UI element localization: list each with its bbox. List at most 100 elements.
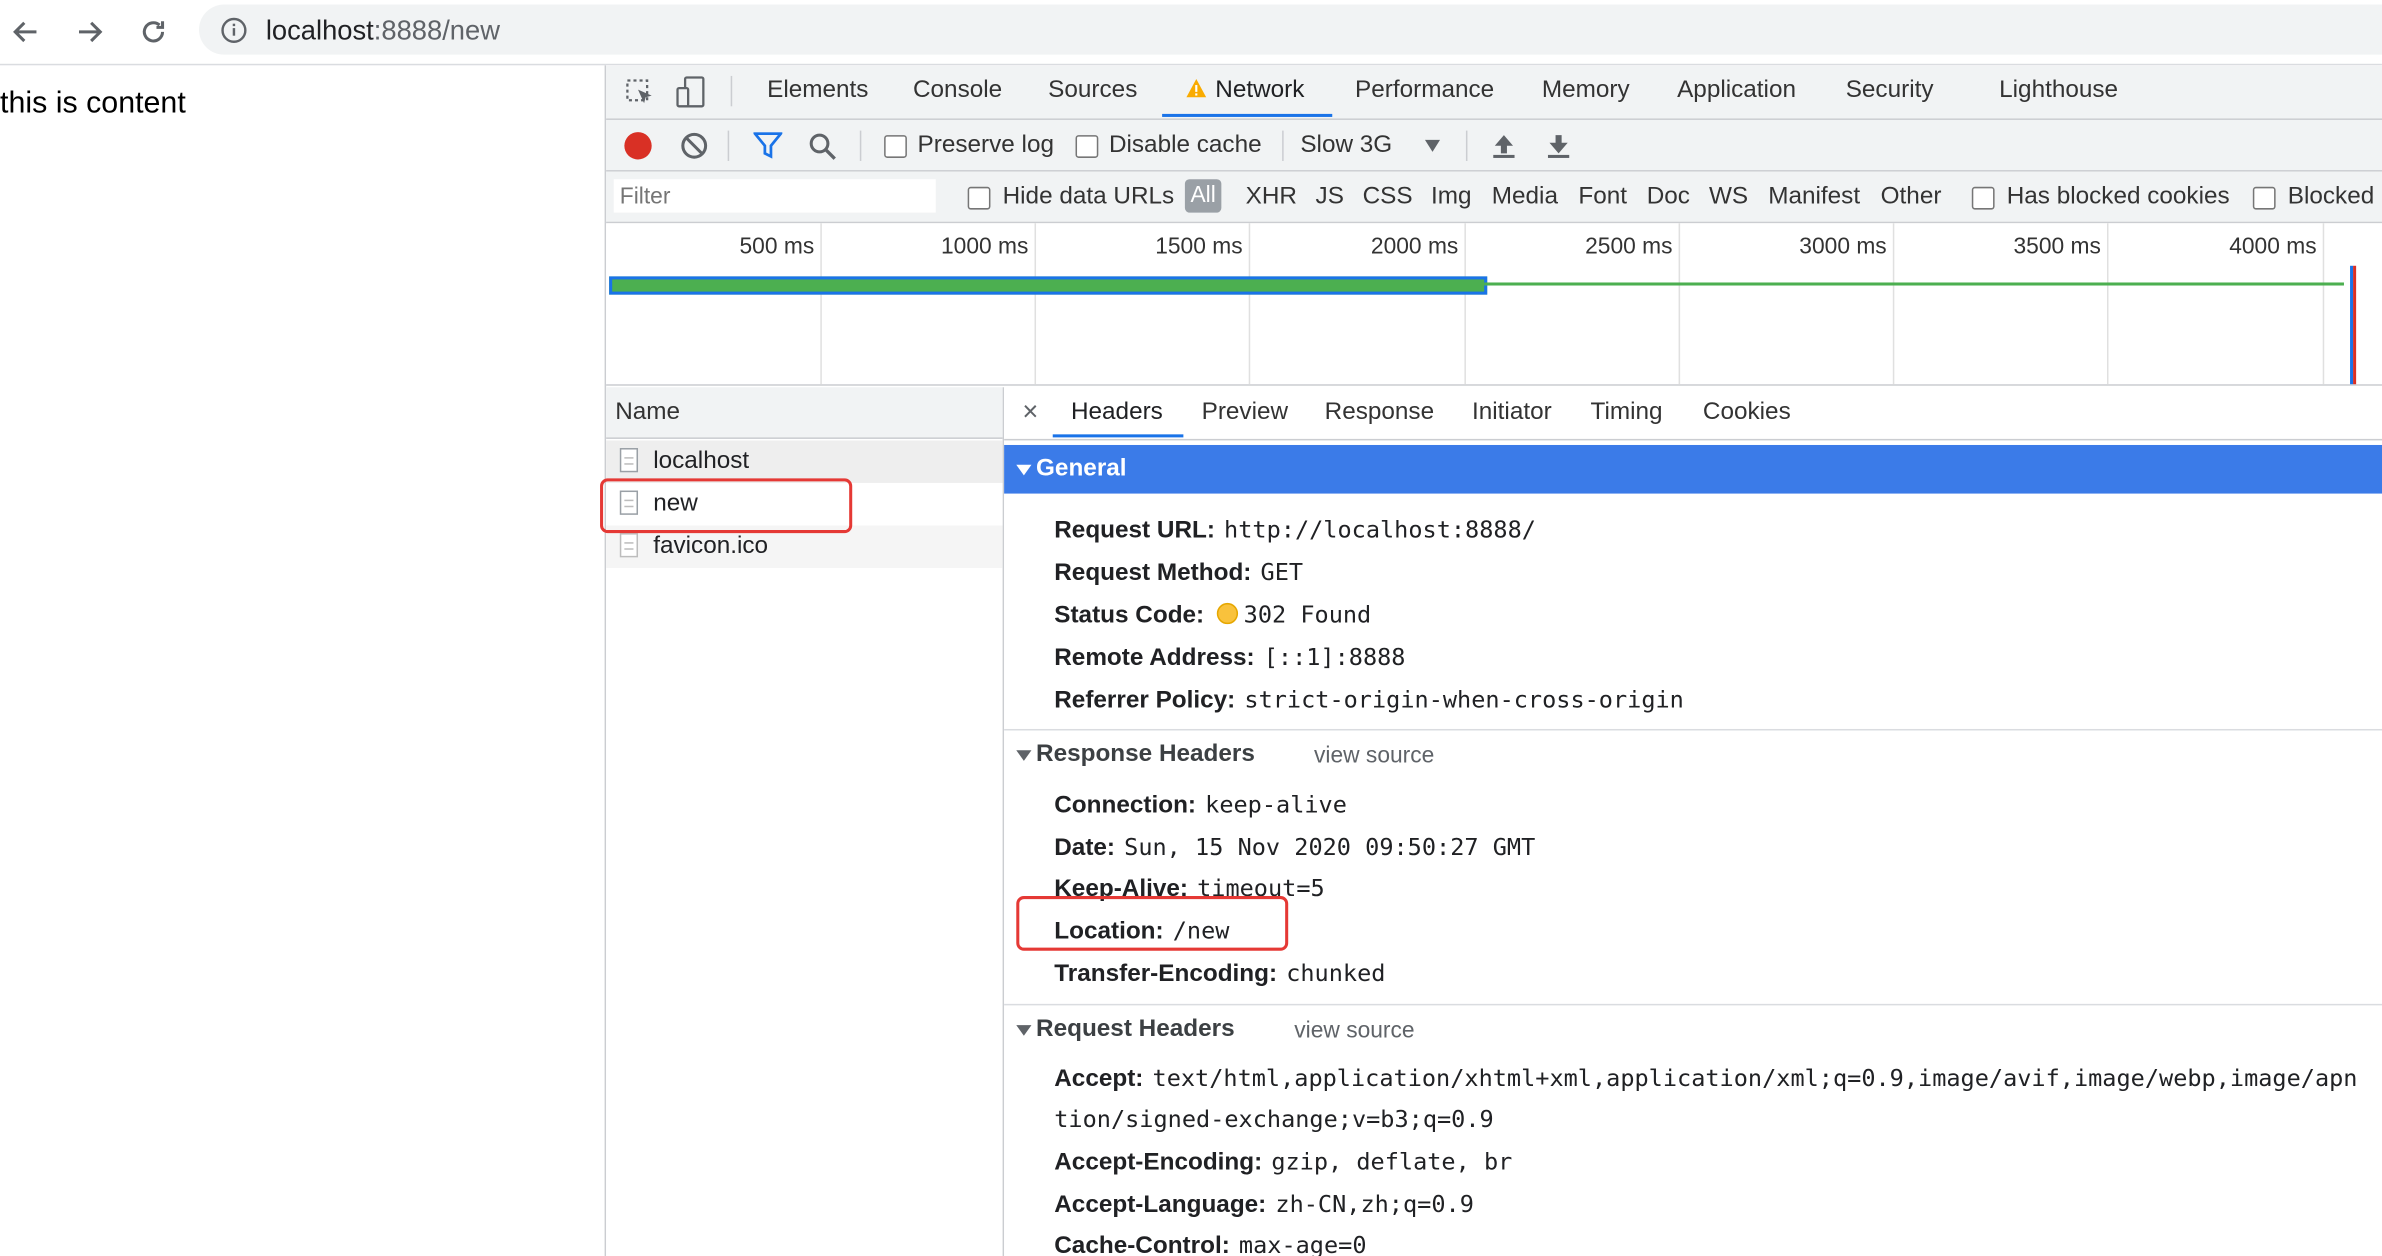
tab-sources[interactable]: Sources <box>1048 77 1137 104</box>
header-key: Status Code: <box>1054 602 1205 629</box>
tab-cookies[interactable]: Cookies <box>1703 399 1791 426</box>
tab-memory[interactable]: Memory <box>1542 77 1630 104</box>
view-source-link[interactable]: view source <box>1314 743 1434 769</box>
tick-line <box>1892 223 1895 385</box>
divider <box>727 130 730 161</box>
filter-type-other[interactable]: Other <box>1881 184 1942 211</box>
header-key: Accept: <box>1054 1066 1144 1092</box>
address-bar[interactable]: localhost:8888/new <box>199 4 2382 55</box>
reload-button[interactable] <box>131 9 177 55</box>
tab-preview[interactable]: Preview <box>1202 399 1288 426</box>
tab-initiator[interactable]: Initiator <box>1472 399 1552 426</box>
tab-response[interactable]: Response <box>1325 399 1434 426</box>
back-button[interactable] <box>3 9 49 55</box>
url-text[interactable]: localhost:8888/new <box>266 15 500 47</box>
header-key: Transfer-Encoding: <box>1054 961 1278 988</box>
header-key: Connection: <box>1054 792 1197 819</box>
general-section-header[interactable]: General <box>1004 444 2382 494</box>
header-value: keep-alive <box>1205 791 1347 819</box>
filter-input[interactable] <box>613 179 936 213</box>
header-value: chunked <box>1286 959 1386 988</box>
network-overview-timeline[interactable]: 500 ms 1000 ms 1500 ms 2000 ms 2500 ms 3… <box>606 223 2382 386</box>
export-har-icon[interactable] <box>1546 132 1570 159</box>
tab-timing[interactable]: Timing <box>1590 399 1662 426</box>
response-headers-section-header[interactable]: Response Headers view source <box>1004 734 1612 773</box>
filter-icon[interactable] <box>753 132 783 159</box>
has-blocked-cookies-label: Has blocked cookies <box>2006 183 2230 210</box>
tab-headers[interactable]: Headers <box>1071 399 1163 426</box>
filter-type-manifest[interactable]: Manifest <box>1768 184 1860 211</box>
import-har-icon[interactable] <box>1492 132 1516 159</box>
header-value: text/html,application/xhtml+xml,applicat… <box>1152 1064 2358 1092</box>
tick-label: 2000 ms <box>1370 233 1459 260</box>
search-icon[interactable] <box>808 132 837 161</box>
tab-security[interactable]: Security <box>1846 77 1934 104</box>
tab-console[interactable]: Console <box>913 77 1002 104</box>
filter-type-media[interactable]: Media <box>1492 184 1558 211</box>
disable-cache-checkbox[interactable] <box>1075 135 1099 158</box>
filter-type-doc[interactable]: Doc <box>1647 184 1690 211</box>
request-header-accept-language: Accept-Language: zh-CN,zh;q=0.9 <box>1054 1191 1474 1220</box>
filter-type-img[interactable]: Img <box>1431 184 1472 211</box>
tick-line <box>1248 223 1251 385</box>
tab-lighthouse[interactable]: Lighthouse <box>1999 77 2118 104</box>
active-tab-indicator <box>1162 113 1333 117</box>
request-row-localhost[interactable]: localhost <box>606 440 1003 483</box>
device-toolbar-icon[interactable] <box>676 76 706 109</box>
request-name: favicon.ico <box>653 533 769 559</box>
tab-elements[interactable]: Elements <box>767 77 868 104</box>
filter-type-all[interactable]: All <box>1184 179 1222 213</box>
tick-label: 3500 ms <box>2013 233 2101 260</box>
close-detail-button[interactable]: × <box>1022 396 1038 428</box>
inspect-element-icon[interactable] <box>624 77 654 107</box>
blocked-requests-checkbox[interactable] <box>2252 186 2276 210</box>
tick-line <box>1464 223 1466 385</box>
tick-label: 1000 ms <box>941 233 1029 260</box>
expand-triangle-icon <box>1016 750 1032 761</box>
devtools-panel: Elements Console Sources Network Perform… <box>600 65 2382 1256</box>
filter-type-css[interactable]: CSS <box>1363 184 1413 211</box>
divider <box>859 130 862 161</box>
clear-icon[interactable] <box>681 132 708 159</box>
tick-label: 1500 ms <box>1155 233 1243 260</box>
info-icon[interactable] <box>220 17 247 44</box>
tick-label: 4000 ms <box>2229 233 2317 260</box>
header-value: max-age=0 <box>1238 1231 1367 1256</box>
header-value: tion/signed-exchange;v=b3;q=0.9 <box>1054 1105 1494 1133</box>
tab-network[interactable]: Network <box>1185 77 1304 104</box>
header-value: [::1]:8888 <box>1263 643 1406 672</box>
page-body-text: this is content <box>0 86 186 120</box>
has-blocked-cookies-checkbox[interactable] <box>1971 186 1995 210</box>
file-icon <box>619 533 639 558</box>
general-status-code: Status Code: 302 Found <box>1054 601 1371 630</box>
divider <box>730 75 733 107</box>
request-detail-panel: × Headers Preview Response Initiator Tim… <box>1004 387 2382 1256</box>
response-header-transfer-encoding: Transfer-Encoding: chunked <box>1054 960 1385 989</box>
response-header-connection: Connection: keep-alive <box>1054 791 1347 820</box>
detail-tab-bar: × Headers Preview Response Initiator Tim… <box>1004 387 2382 441</box>
header-value: 302 Found <box>1243 601 1372 629</box>
hide-data-urls-checkbox[interactable] <box>967 186 991 210</box>
tab-performance[interactable]: Performance <box>1355 77 1494 104</box>
filter-type-xhr[interactable]: XHR <box>1246 184 1297 211</box>
preserve-log-checkbox[interactable] <box>884 135 907 158</box>
name-column-header[interactable]: Name <box>606 387 1003 439</box>
tick-line <box>1034 223 1037 385</box>
divider <box>1004 728 2382 731</box>
view-source-link[interactable]: view source <box>1294 1018 1414 1044</box>
request-headers-section-header[interactable]: Request Headers view source <box>1004 1008 1612 1047</box>
header-value: strict-origin-when-cross-origin <box>1244 686 1684 714</box>
blocked-requests-label: Blocked <box>2287 183 2375 210</box>
throttling-select[interactable]: Slow 3G <box>1300 120 1452 170</box>
header-key: Referrer Policy: <box>1054 687 1236 714</box>
filter-type-font[interactable]: Font <box>1578 184 1627 211</box>
forward-button[interactable] <box>67 9 113 55</box>
filter-type-ws[interactable]: WS <box>1709 184 1748 211</box>
filter-type-js[interactable]: JS <box>1316 184 1344 211</box>
load-event-marker <box>2353 265 2357 385</box>
tick-line <box>1678 223 1681 385</box>
status-dot-icon <box>1216 602 1238 625</box>
document-icon <box>619 448 639 473</box>
record-button[interactable] <box>624 132 652 160</box>
tab-application[interactable]: Application <box>1677 77 1796 104</box>
